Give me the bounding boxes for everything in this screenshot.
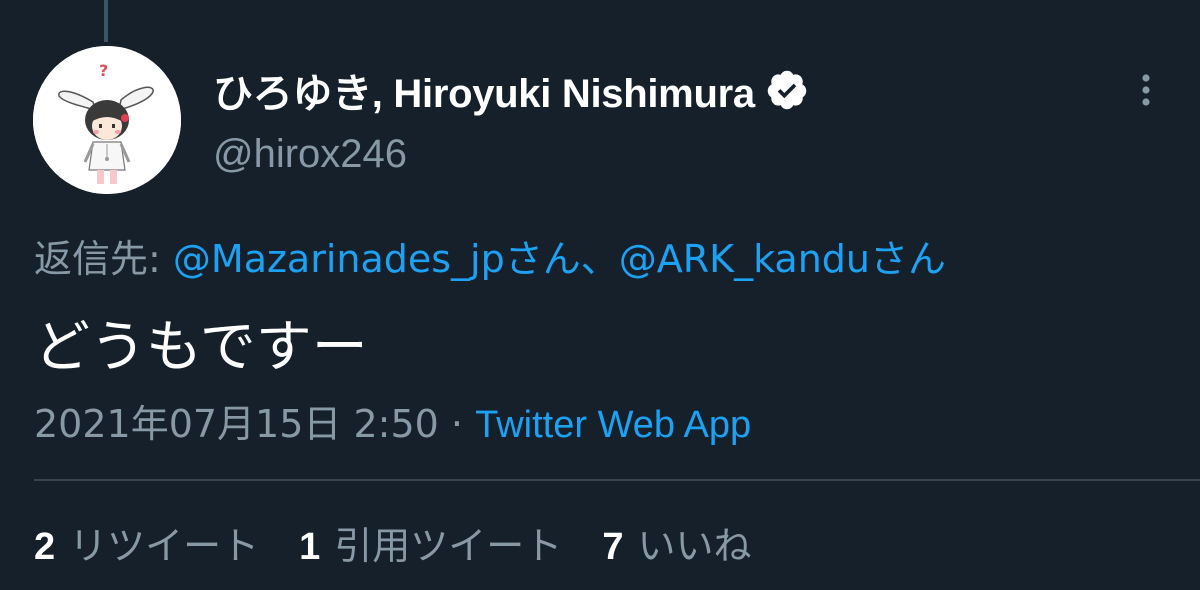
- likes-stat[interactable]: 7 いいね: [602, 515, 751, 570]
- retweets-stat[interactable]: 2 リツイート: [34, 515, 259, 570]
- verified-badge-icon: [765, 68, 809, 112]
- reply-context: 返信先: @Mazarinades_jpさん、@ARK_kanduさん: [34, 228, 946, 283]
- quote-tweets-label: 引用ツイート: [334, 524, 563, 568]
- avatar-bunny-character-icon: ?: [33, 46, 181, 194]
- retweets-label: リツイート: [69, 524, 260, 568]
- svg-text:?: ?: [99, 61, 108, 80]
- author-handle[interactable]: @hirox246: [213, 132, 407, 177]
- more-options-button[interactable]: [1124, 68, 1168, 112]
- divider: [34, 479, 1200, 481]
- author-display-name-row[interactable]: ひろゆき, Hiroyuki Nishimura: [213, 62, 809, 118]
- tweet-text: どうもですー: [34, 315, 368, 380]
- tweet-detail: ? ひろゆき, Hiroyuki Nishimura @hirox246 返信先…: [0, 0, 1200, 590]
- thread-connector-line: [104, 0, 108, 42]
- tweet-stats: 2 リツイート 1 引用ツイート 7 いいね: [34, 515, 791, 570]
- avatar[interactable]: ?: [33, 46, 181, 194]
- reply-mention-mazarinades[interactable]: @Mazarinades_jpさん: [173, 237, 581, 281]
- tweet-timestamp[interactable]: 2021年07月15日 2:50: [34, 402, 439, 446]
- retweets-count: 2: [34, 526, 56, 568]
- quote-tweets-stat[interactable]: 1 引用ツイート: [299, 515, 562, 570]
- reply-prefix: 返信先:: [34, 237, 161, 281]
- meta-separator-dot: ·: [450, 402, 464, 446]
- quote-tweets-count: 1: [299, 526, 321, 568]
- likes-label: いいね: [637, 524, 752, 568]
- reply-mention-ark-kandu[interactable]: @ARK_kanduさん: [619, 237, 946, 281]
- tweet-source-link[interactable]: Twitter Web App: [475, 404, 751, 446]
- reply-mention-separator: 、: [580, 237, 619, 281]
- tweet-meta: 2021年07月15日 2:50 · Twitter Web App: [34, 393, 751, 448]
- more-vertical-icon: [1142, 74, 1150, 106]
- likes-count: 7: [602, 526, 624, 568]
- author-display-name[interactable]: ひろゆき, Hiroyuki Nishimura: [213, 61, 755, 119]
